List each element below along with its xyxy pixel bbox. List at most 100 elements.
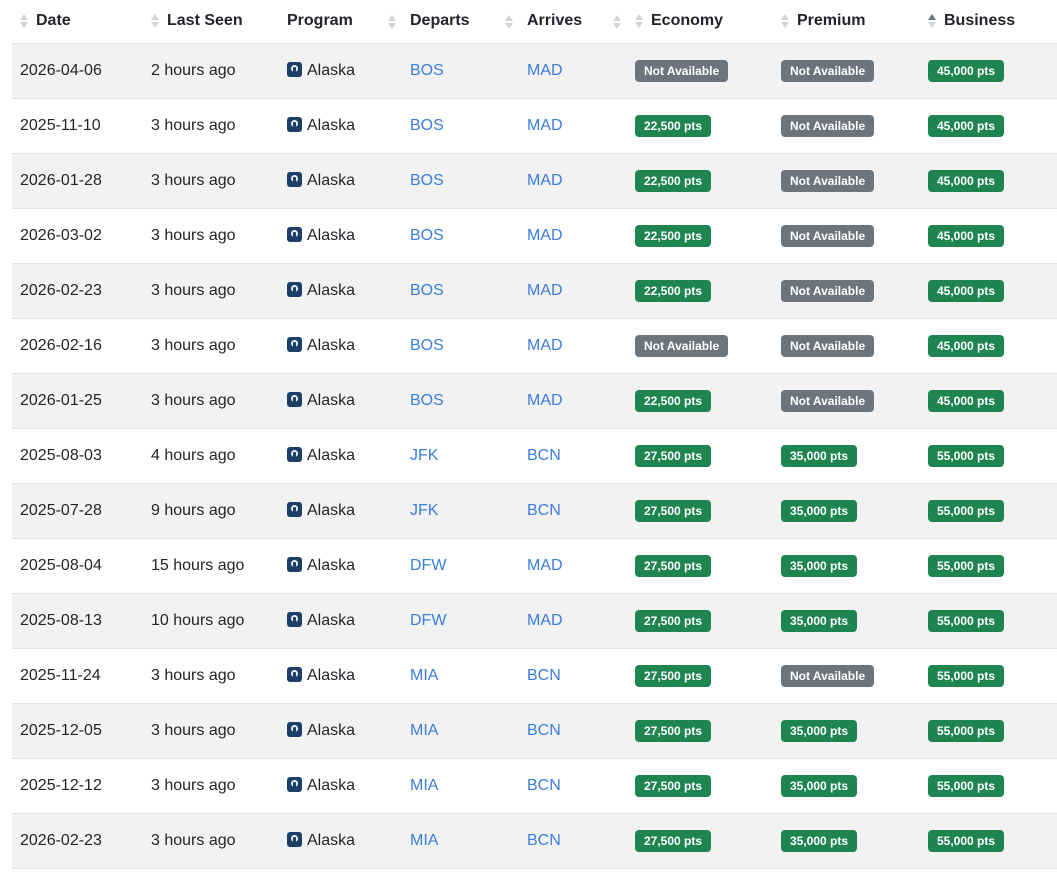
business-cell: 55,000 pts (920, 593, 1057, 649)
departs-airport-link[interactable]: MIA (410, 832, 438, 849)
business-cell: 55,000 pts (920, 703, 1057, 759)
arrives-airport-link[interactable]: MAD (527, 227, 563, 244)
last-seen-value: 3 hours ago (151, 281, 236, 299)
last-seen-cell: 3 hours ago (143, 98, 279, 154)
sort-icon[interactable] (388, 14, 398, 30)
sort-icon[interactable] (20, 13, 30, 29)
sort-icon[interactable] (505, 14, 515, 30)
arrives-cell: MAD (519, 98, 627, 154)
departs-airport-link[interactable]: BOS (410, 172, 444, 189)
date-cell: 2025-11-10 (12, 98, 143, 154)
departs-airport-link[interactable]: BOS (410, 282, 444, 299)
last-seen-value: 3 hours ago (151, 666, 236, 684)
arrives-airport-link[interactable]: MAD (527, 172, 563, 189)
sort-icon[interactable] (781, 13, 791, 29)
arrives-airport-link[interactable]: MAD (527, 62, 563, 79)
column-header-departs[interactable]: Departs (402, 0, 519, 44)
sort-icon[interactable] (635, 13, 645, 29)
sort-icon[interactable] (613, 14, 623, 30)
departs-airport-link[interactable]: MIA (410, 722, 438, 739)
program-cell: Alaska (279, 373, 402, 429)
date-cell: 2026-01-28 (12, 153, 143, 209)
column-header-premium[interactable]: Premium (773, 0, 920, 44)
column-header-business[interactable]: Business (920, 0, 1057, 44)
last-seen-value: 3 hours ago (151, 721, 236, 739)
economy-cell: 27,500 pts (627, 538, 773, 594)
date-cell: 2025-12-12 (12, 758, 143, 814)
departs-cell: BOS (402, 98, 519, 154)
business-cell: 45,000 pts (920, 263, 1057, 319)
economy-cell: 22,500 pts (627, 153, 773, 209)
arrives-airport-link[interactable]: MAD (527, 117, 563, 134)
alaska-airlines-logo-icon (287, 831, 302, 847)
program-name: Alaska (307, 776, 356, 794)
last-seen-cell: 3 hours ago (143, 208, 279, 264)
departs-cell: JFK (402, 483, 519, 539)
business-badge: 45,000 pts (928, 334, 1005, 357)
column-header-last-seen[interactable]: Last Seen (143, 0, 279, 44)
arrives-airport-link[interactable]: MAD (527, 337, 563, 354)
departs-airport-link[interactable]: BOS (410, 227, 444, 244)
last-seen-cell: 3 hours ago (143, 758, 279, 814)
premium-badge: Not Available (781, 59, 875, 82)
departs-airport-link[interactable]: MIA (410, 667, 438, 684)
last-seen-cell: 2 hours ago (143, 43, 279, 99)
date-cell: 2025-11-24 (12, 648, 143, 704)
departs-airport-link[interactable]: BOS (410, 62, 444, 79)
economy-badge: 27,500 pts (635, 444, 712, 467)
arrives-airport-link[interactable]: MAD (527, 282, 563, 299)
arrives-airport-link[interactable]: BCN (527, 502, 561, 519)
date-value: 2026-02-23 (20, 831, 102, 849)
last-seen-value: 3 hours ago (151, 226, 236, 244)
premium-cell: 35,000 pts (773, 758, 920, 814)
program-name: Alaska (307, 721, 356, 739)
arrives-airport-link[interactable]: BCN (527, 447, 561, 464)
sort-icon[interactable] (151, 13, 161, 29)
arrives-airport-link[interactable]: MAD (527, 557, 563, 574)
departs-airport-link[interactable]: BOS (410, 117, 444, 134)
business-badge: 45,000 pts (928, 224, 1005, 247)
arrives-cell: MAD (519, 318, 627, 374)
alaska-airlines-logo-icon (287, 611, 302, 627)
date-cell: 2025-07-28 (12, 483, 143, 539)
business-badge: 55,000 pts (928, 774, 1005, 797)
departs-airport-link[interactable]: DFW (410, 612, 446, 629)
table-row: 2025-12-12 3 hours ago Alaska MIA BCN 27,500 … (12, 758, 1057, 814)
program-cell: Alaska (279, 593, 402, 649)
date-value: 2026-01-28 (20, 171, 102, 189)
last-seen-cell: 15 hours ago (143, 538, 279, 594)
premium-cell: 35,000 pts (773, 538, 920, 594)
arrives-airport-link[interactable]: MAD (527, 612, 563, 629)
arrives-airport-link[interactable]: BCN (527, 667, 561, 684)
program-cell: Alaska (279, 538, 402, 594)
date-cell: 2026-02-16 (12, 318, 143, 374)
premium-badge: Not Available (781, 279, 875, 302)
arrives-airport-link[interactable]: BCN (527, 832, 561, 849)
departs-airport-link[interactable]: DFW (410, 557, 446, 574)
last-seen-cell: 3 hours ago (143, 813, 279, 869)
column-header-economy[interactable]: Economy (627, 0, 773, 44)
arrives-airport-link[interactable]: BCN (527, 722, 561, 739)
economy-badge: 27,500 pts (635, 499, 712, 522)
business-cell: 45,000 pts (920, 373, 1057, 429)
sort-ascending-icon[interactable] (928, 13, 938, 29)
availability-table: Date Last Seen Program Departs Arrives E… (12, 0, 1057, 869)
departs-airport-link[interactable]: JFK (410, 502, 438, 519)
departs-airport-link[interactable]: MIA (410, 777, 438, 794)
arrives-cell: BCN (519, 813, 627, 869)
table-row: 2025-08-04 15 hours ago Alaska DFW MAD 27,500… (12, 538, 1057, 594)
departs-airport-link[interactable]: JFK (410, 447, 438, 464)
arrives-airport-link[interactable]: BCN (527, 777, 561, 794)
last-seen-cell: 4 hours ago (143, 428, 279, 484)
column-header-program[interactable]: Program (279, 0, 402, 44)
column-header-date[interactable]: Date (12, 0, 143, 44)
departs-airport-link[interactable]: BOS (410, 392, 444, 409)
arrives-airport-link[interactable]: MAD (527, 392, 563, 409)
business-cell: 55,000 pts (920, 648, 1057, 704)
economy-cell: 27,500 pts (627, 703, 773, 759)
column-header-arrives[interactable]: Arrives (519, 0, 627, 44)
table-row: 2025-08-03 4 hours ago Alaska JFK BCN 27,500 … (12, 428, 1057, 484)
departs-airport-link[interactable]: BOS (410, 337, 444, 354)
last-seen-cell: 10 hours ago (143, 593, 279, 649)
arrives-cell: BCN (519, 758, 627, 814)
